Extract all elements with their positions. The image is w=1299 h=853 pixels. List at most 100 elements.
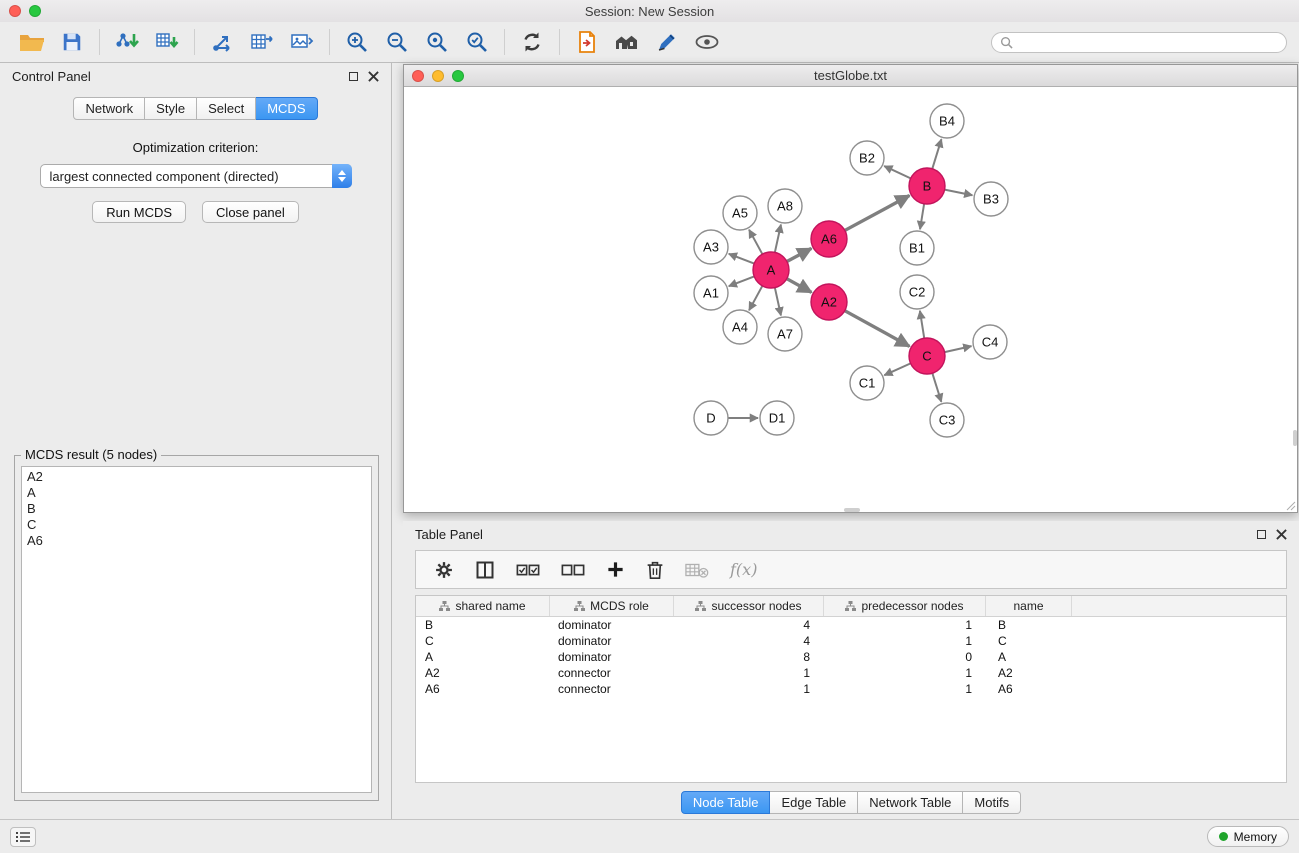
graph-edge-C-C2[interactable] xyxy=(920,311,924,338)
result-item[interactable]: B xyxy=(27,501,366,517)
close-table-panel-icon[interactable] xyxy=(1276,529,1287,540)
table-cell[interactable]: 1 xyxy=(674,666,824,680)
graph-node-C[interactable]: C xyxy=(909,338,945,374)
graph-edge-B-B1[interactable] xyxy=(920,204,924,229)
column-header-predecessor-nodes[interactable]: predecessor nodes xyxy=(824,596,986,616)
table-cell[interactable]: 1 xyxy=(824,618,986,632)
graph-edge-A-A7[interactable] xyxy=(775,288,781,316)
import-table-button[interactable] xyxy=(147,25,187,59)
graph-node-A5[interactable]: A5 xyxy=(723,196,757,230)
show-columns-button[interactable] xyxy=(475,560,495,580)
table-cell[interactable]: A2 xyxy=(416,666,550,680)
graph-node-A8[interactable]: A8 xyxy=(768,189,802,223)
graph-edge-A-A5[interactable] xyxy=(749,230,762,254)
table-cell[interactable]: connector xyxy=(550,682,674,696)
minimize-network-window-icon[interactable] xyxy=(432,70,444,82)
show-hide-button[interactable] xyxy=(687,25,727,59)
zoom-fit-button[interactable] xyxy=(417,25,457,59)
table-cell[interactable]: 1 xyxy=(824,634,986,648)
tab-motifs[interactable]: Motifs xyxy=(963,791,1021,814)
run-mcds-button[interactable]: Run MCDS xyxy=(92,201,186,223)
search-input[interactable] xyxy=(1018,35,1278,49)
graph-node-A6[interactable]: A6 xyxy=(811,221,847,257)
table-cell[interactable]: connector xyxy=(550,666,674,680)
graph-node-C4[interactable]: C4 xyxy=(973,325,1007,359)
task-history-button[interactable] xyxy=(10,827,36,847)
column-header-mcds-role[interactable]: MCDS role xyxy=(550,596,674,616)
graph-node-B3[interactable]: B3 xyxy=(974,182,1008,216)
table-row[interactable]: Cdominator41C xyxy=(416,633,1286,649)
network-canvas[interactable]: B4B2BB3A5A8A6A3B1AA1C2A2A4A7C4CC1DD1C3 xyxy=(404,88,1297,512)
home-button[interactable] xyxy=(607,25,647,59)
table-cell[interactable]: A6 xyxy=(986,682,1072,696)
zoom-in-button[interactable] xyxy=(337,25,377,59)
delete-table-button[interactable] xyxy=(685,560,709,580)
graph-edge-B-B3[interactable] xyxy=(945,190,973,196)
table-cell[interactable]: dominator xyxy=(550,634,674,648)
table-cell[interactable]: 4 xyxy=(674,634,824,648)
graph-node-A7[interactable]: A7 xyxy=(768,317,802,351)
graph-node-B[interactable]: B xyxy=(909,168,945,204)
column-header-shared-name[interactable]: shared name xyxy=(416,596,550,616)
delete-column-button[interactable] xyxy=(646,560,664,580)
graph-edge-A2-C[interactable] xyxy=(845,311,910,347)
graph-edge-C-C4[interactable] xyxy=(945,346,972,352)
result-item[interactable]: A xyxy=(27,485,366,501)
graph-node-A[interactable]: A xyxy=(753,252,789,288)
table-settings-button[interactable] xyxy=(434,560,454,580)
create-column-button[interactable] xyxy=(606,560,625,579)
export-table-button[interactable] xyxy=(242,25,282,59)
table-cell[interactable]: A2 xyxy=(986,666,1072,680)
table-cell[interactable]: 1 xyxy=(824,682,986,696)
zoom-network-window-icon[interactable] xyxy=(452,70,464,82)
first-neighbors-button[interactable] xyxy=(567,25,607,59)
table-cell[interactable]: dominator xyxy=(550,618,674,632)
close-panel-button[interactable]: Close panel xyxy=(202,201,299,223)
tab-network-table[interactable]: Network Table xyxy=(858,791,963,814)
function-builder-button[interactable]: f(x) xyxy=(730,560,757,579)
horizontal-scrollbar-thumb[interactable] xyxy=(844,508,860,512)
export-image-button[interactable] xyxy=(282,25,322,59)
close-panel-icon[interactable] xyxy=(368,71,379,82)
graph-node-B4[interactable]: B4 xyxy=(930,104,964,138)
import-network-button[interactable] xyxy=(107,25,147,59)
table-row[interactable]: A6connector11A6 xyxy=(416,681,1286,697)
apply-layout-button[interactable] xyxy=(512,25,552,59)
search-box[interactable] xyxy=(991,32,1287,53)
graph-edge-A-A4[interactable] xyxy=(749,286,762,310)
table-cell[interactable]: 1 xyxy=(824,666,986,680)
graph-edge-C-C3[interactable] xyxy=(932,373,941,402)
table-cell[interactable]: A xyxy=(986,650,1072,664)
criterion-select[interactable]: largest connected component (directed) xyxy=(40,164,352,188)
table-cell[interactable]: A xyxy=(416,650,550,664)
graph-node-A3[interactable]: A3 xyxy=(694,230,728,264)
tab-mcds[interactable]: MCDS xyxy=(256,97,317,120)
table-cell[interactable]: 1 xyxy=(674,682,824,696)
graph-node-C2[interactable]: C2 xyxy=(900,275,934,309)
vertical-scrollbar-thumb[interactable] xyxy=(1293,430,1297,446)
table-cell[interactable]: A6 xyxy=(416,682,550,696)
table-cell[interactable]: dominator xyxy=(550,650,674,664)
tab-style[interactable]: Style xyxy=(145,97,197,120)
deselect-all-columns-button[interactable] xyxy=(561,560,585,580)
graph-edge-A-A8[interactable] xyxy=(775,225,781,253)
table-row[interactable]: Adominator80A xyxy=(416,649,1286,665)
select-stepper-icon[interactable] xyxy=(332,164,352,188)
graph-edge-A-A6[interactable] xyxy=(787,248,811,261)
table-cell[interactable]: 4 xyxy=(674,618,824,632)
graph-edge-A-A3[interactable] xyxy=(729,254,754,264)
table-cell[interactable]: C xyxy=(416,634,550,648)
open-session-button[interactable] xyxy=(12,25,52,59)
column-header-name[interactable]: name xyxy=(986,596,1072,616)
tab-select[interactable]: Select xyxy=(197,97,256,120)
graph-node-B2[interactable]: B2 xyxy=(850,141,884,175)
mcds-result-list[interactable]: A2ABCA6 xyxy=(21,466,372,793)
network-window-titlebar[interactable]: testGlobe.txt xyxy=(404,65,1297,87)
tab-network[interactable]: Network xyxy=(73,97,145,120)
graph-node-A2[interactable]: A2 xyxy=(811,284,847,320)
graph-edge-A-A2[interactable] xyxy=(787,279,812,293)
tab-node-table[interactable]: Node Table xyxy=(681,791,771,814)
table-row[interactable]: A2connector11A2 xyxy=(416,665,1286,681)
table-cell[interactable]: C xyxy=(986,634,1072,648)
result-item[interactable]: C xyxy=(27,517,366,533)
